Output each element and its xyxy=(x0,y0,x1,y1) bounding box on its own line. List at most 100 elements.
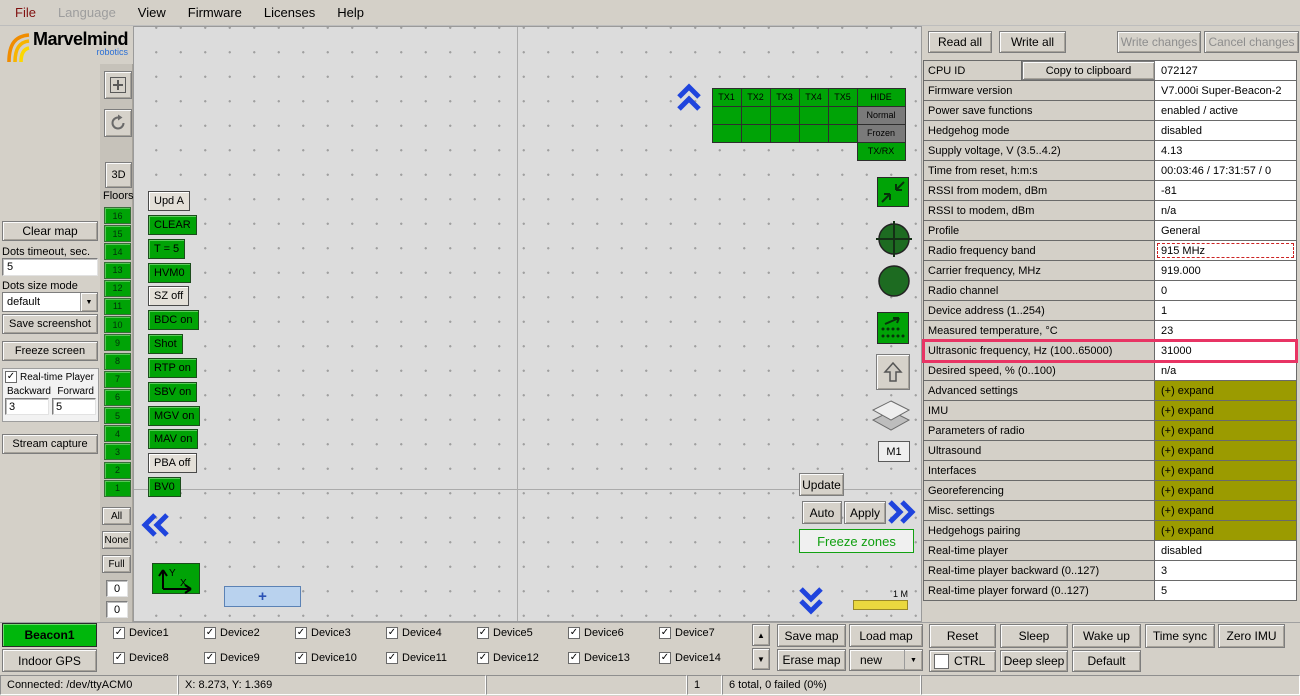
prop-value[interactable]: disabled xyxy=(1155,121,1296,140)
tx-beacon-cell[interactable] xyxy=(770,124,800,143)
prop-value[interactable]: 919.000 xyxy=(1155,261,1296,280)
ctrl-toggle[interactable]: CTRL xyxy=(929,650,996,672)
forward-input[interactable]: 5 xyxy=(52,398,96,415)
menu-item-firmware[interactable]: Firmware xyxy=(177,0,253,25)
load-map-button[interactable]: Load map xyxy=(849,624,923,647)
prop-expand-button[interactable]: (+) expand xyxy=(1155,461,1296,480)
device-item-device12[interactable]: ✓Device12 xyxy=(477,652,568,664)
floor-cell-6[interactable]: 6 xyxy=(104,389,131,406)
device-item-device3[interactable]: ✓Device3 xyxy=(295,627,386,639)
tx-header-tx1[interactable]: TX1 xyxy=(712,88,742,107)
map-select-dropdown[interactable]: new ▼ xyxy=(849,649,923,671)
prop-value[interactable]: 4.13 xyxy=(1155,141,1296,160)
menu-item-help[interactable]: Help xyxy=(326,0,375,25)
floor-cell-8[interactable]: 8 xyxy=(104,353,131,370)
prop-value[interactable]: 072127 xyxy=(1155,61,1296,80)
tx-beacon-cell[interactable] xyxy=(741,106,771,125)
write-all-button[interactable]: Write all xyxy=(999,31,1066,53)
device-item-device5[interactable]: ✓Device5 xyxy=(477,627,568,639)
prop-value[interactable]: n/a xyxy=(1155,201,1296,220)
stream-capture-button[interactable]: Stream capture xyxy=(2,434,98,454)
device-checkbox[interactable]: ✓ xyxy=(113,652,125,664)
map-action-pba-off[interactable]: PBA off xyxy=(148,453,197,473)
view-3d-button[interactable]: 3D xyxy=(105,162,132,188)
floor-cell-2[interactable]: 2 xyxy=(104,462,131,479)
tx-normal-button[interactable]: Normal xyxy=(857,106,906,125)
dropdown-arrow-icon[interactable]: ▼ xyxy=(904,650,922,670)
tx-beacon-cell[interactable] xyxy=(799,124,829,143)
device-checkbox[interactable]: ✓ xyxy=(386,652,398,664)
map-action-sz-off[interactable]: SZ off xyxy=(148,286,189,306)
tx-beacon-cell[interactable] xyxy=(741,124,771,143)
map-action-mav-on[interactable]: MAV on xyxy=(148,429,198,449)
fit-view-button[interactable] xyxy=(877,177,909,210)
floor-cell-9[interactable]: 9 xyxy=(104,334,131,351)
default-button[interactable]: Default xyxy=(1072,650,1141,672)
beacon-tab[interactable]: Beacon1 xyxy=(2,623,97,647)
device-scroll-down-button[interactable]: ▼ xyxy=(752,648,770,670)
device-item-device14[interactable]: ✓Device14 xyxy=(659,652,750,664)
floor-cell-5[interactable]: 5 xyxy=(104,407,131,424)
tx-header-tx2[interactable]: TX2 xyxy=(741,88,771,107)
menu-item-view[interactable]: View xyxy=(127,0,177,25)
menu-item-language[interactable]: Language xyxy=(47,0,127,25)
map-action-rtp-on[interactable]: RTP on xyxy=(148,358,197,378)
prop-value[interactable]: -81 xyxy=(1155,181,1296,200)
device-item-device11[interactable]: ✓Device11 xyxy=(386,652,477,664)
map-action-hvm0[interactable]: HVM0 xyxy=(148,263,191,283)
tx-hide-button[interactable]: HIDE xyxy=(857,88,906,107)
device-checkbox[interactable]: ✓ xyxy=(204,627,216,639)
floor-cell-16[interactable]: 16 xyxy=(104,207,131,224)
tx-beacon-cell[interactable] xyxy=(828,106,858,125)
prop-value[interactable]: 0 xyxy=(1155,281,1296,300)
prop-value[interactable]: General xyxy=(1155,221,1296,240)
update-button[interactable]: Update xyxy=(799,473,844,496)
pan-tool-button[interactable] xyxy=(104,71,132,99)
menu-item-licenses[interactable]: Licenses xyxy=(253,0,326,25)
floor-cell-12[interactable]: 12 xyxy=(104,280,131,297)
scroll-up-chevron[interactable] xyxy=(676,83,702,116)
prop-value[interactable]: 00:03:46 / 17:31:57 / 0 xyxy=(1155,161,1296,180)
realtime-player-toggle[interactable]: ✓ Real-time Player xyxy=(5,371,96,383)
tx-beacon-cell[interactable] xyxy=(712,106,742,125)
rotate-tool-button[interactable] xyxy=(104,109,132,137)
select-full-button[interactable]: Full xyxy=(102,555,131,573)
scroll-left-chevron[interactable] xyxy=(141,512,171,541)
sleep-button[interactable]: Sleep xyxy=(1000,624,1068,648)
floor-cell-13[interactable]: 13 xyxy=(104,262,131,279)
device-checkbox[interactable]: ✓ xyxy=(568,627,580,639)
device-checkbox[interactable]: ✓ xyxy=(477,652,489,664)
path-trace-button[interactable] xyxy=(877,312,909,347)
save-screenshot-button[interactable]: Save screenshot xyxy=(2,314,98,334)
save-map-button[interactable]: Save map xyxy=(777,624,846,647)
erase-map-button[interactable]: Erase map xyxy=(777,649,846,671)
tx-header-tx5[interactable]: TX5 xyxy=(828,88,858,107)
tx-beacon-cell[interactable] xyxy=(712,124,742,143)
tx-frozen-button[interactable]: Frozen xyxy=(857,124,906,143)
m1-button[interactable]: M1 xyxy=(878,441,910,462)
map-action-sbv-on[interactable]: SBV on xyxy=(148,382,197,402)
prop-value[interactable]: 3 xyxy=(1155,561,1296,580)
tx-txrx-button[interactable]: TX/RX xyxy=(857,142,906,161)
prop-value[interactable]: n/a xyxy=(1155,361,1296,380)
dots-timeout-input[interactable]: 5 xyxy=(2,258,98,276)
prop-expand-button[interactable]: (+) expand xyxy=(1155,501,1296,520)
prop-value[interactable]: 915 MHz xyxy=(1155,241,1296,260)
prop-value[interactable]: enabled / active xyxy=(1155,101,1296,120)
zoom-in-button[interactable]: + xyxy=(224,586,301,607)
auto-button[interactable]: Auto xyxy=(802,501,842,524)
device-item-device13[interactable]: ✓Device13 xyxy=(568,652,659,664)
prop-value[interactable]: 23 xyxy=(1155,321,1296,340)
device-item-device7[interactable]: ✓Device7 xyxy=(659,627,750,639)
freeze-zones-button[interactable]: Freeze zones xyxy=(799,529,914,553)
device-checkbox[interactable]: ✓ xyxy=(204,652,216,664)
prop-expand-button[interactable]: (+) expand xyxy=(1155,381,1296,400)
select-none-button[interactable]: None xyxy=(102,531,131,549)
tx-header-tx3[interactable]: TX3 xyxy=(770,88,800,107)
prop-value[interactable]: 31000 xyxy=(1155,341,1296,360)
dropdown-arrow-icon[interactable]: ▼ xyxy=(80,293,97,311)
select-all-button[interactable]: All xyxy=(102,507,131,525)
prop-expand-button[interactable]: (+) expand xyxy=(1155,481,1296,500)
map-action-clear[interactable]: CLEAR xyxy=(148,215,197,235)
map-action-t-5[interactable]: T = 5 xyxy=(148,239,185,259)
